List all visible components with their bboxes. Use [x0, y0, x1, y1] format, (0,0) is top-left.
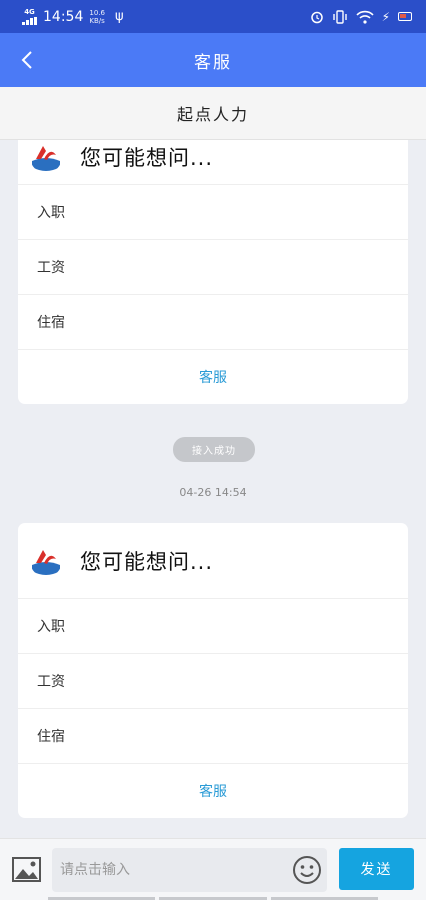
image-icon — [12, 857, 41, 882]
page-title: 客服 — [194, 52, 232, 73]
message-timestamp: 04-26 14:54 — [179, 486, 247, 499]
smiley-icon — [293, 856, 321, 884]
speed-unit: KB/s — [89, 16, 105, 25]
status-time: 14:54 — [43, 8, 84, 25]
system-message-badge: 接入成功 — [173, 437, 255, 462]
company-logo-icon — [30, 141, 62, 173]
faq-heading: 您可能想问... — [80, 146, 214, 170]
image-button[interactable] — [12, 857, 41, 882]
message-input-wrapper — [52, 848, 327, 892]
vibrate-icon — [332, 9, 347, 24]
faq-item-housing[interactable]: 住宿 — [18, 295, 408, 350]
faq-item-housing[interactable]: 住宿 — [18, 709, 408, 764]
battery-icon — [398, 12, 412, 21]
faq-card: 您可能想问... 入职 工资 住宿 客服 — [18, 523, 408, 818]
speed-value: 10.6 — [89, 8, 105, 17]
network-type: 4G — [24, 7, 35, 16]
signal-icon: 4G — [22, 7, 37, 25]
emoji-button[interactable] — [292, 855, 322, 885]
app-header: 客服 — [0, 33, 426, 87]
back-button[interactable] — [10, 43, 44, 77]
message-input[interactable] — [52, 848, 287, 892]
faq-item-onboarding[interactable]: 入职 — [18, 185, 408, 240]
charging-icon: ⚡ — [381, 9, 390, 24]
send-button[interactable]: 发送 — [339, 848, 414, 890]
faq-card: 您可能想问... 入职 工资 住宿 客服 — [18, 140, 408, 404]
faq-heading: 您可能想问... — [80, 549, 214, 574]
message-composer: 发送 — [0, 838, 426, 900]
status-bar: 4G 14:54 10.6 KB/s ψ ⚡ — [0, 0, 426, 33]
wifi-icon — [355, 10, 374, 24]
usb-icon: ψ — [114, 9, 124, 24]
customer-service-link[interactable]: 客服 — [18, 764, 408, 818]
faq-card-header: 您可能想问... — [18, 523, 408, 599]
faq-card-header: 您可能想问... — [18, 140, 408, 185]
faq-item-salary[interactable]: 工资 — [18, 240, 408, 295]
alarm-icon — [310, 11, 323, 23]
chevron-left-icon — [21, 51, 32, 69]
customer-service-link[interactable]: 客服 — [18, 350, 408, 404]
chat-messages[interactable]: 您可能想问... 入职 工资 住宿 客服 接入成功 04-26 14:54 您可… — [0, 140, 426, 838]
faq-item-salary[interactable]: 工资 — [18, 654, 408, 709]
chat-partner-title: 起点人力 — [0, 87, 426, 140]
network-speed: 10.6 KB/s — [89, 9, 105, 25]
company-logo-icon — [30, 544, 62, 577]
faq-item-onboarding[interactable]: 入职 — [18, 599, 408, 654]
